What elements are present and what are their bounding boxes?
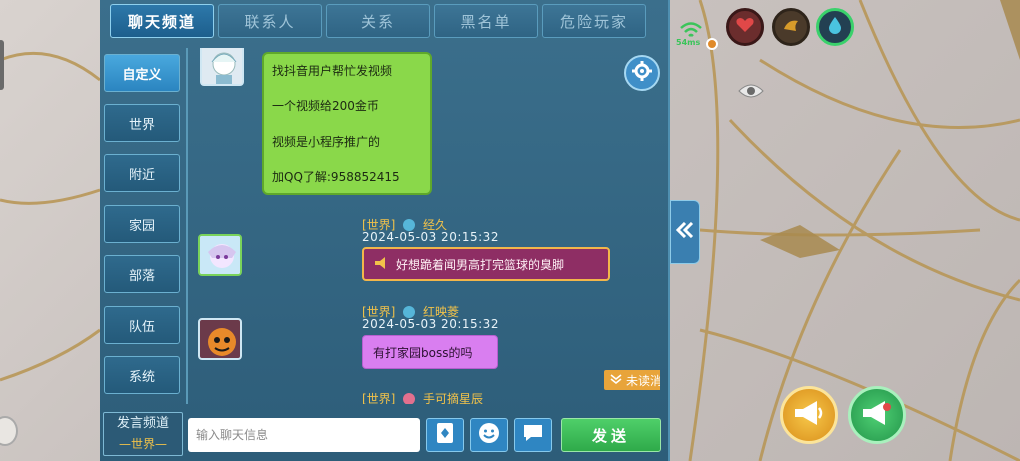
sidebar-item-team[interactable]: 队伍 bbox=[104, 306, 180, 344]
voice-broadcast-button[interactable] bbox=[848, 386, 906, 444]
gear-icon bbox=[632, 61, 652, 85]
health-status[interactable] bbox=[726, 8, 764, 46]
chat-message-list[interactable]: 找抖音用户帮忙发视频 一个视频给200金币 视频是小程序推广的 加QQ了解:95… bbox=[190, 48, 660, 404]
speak-channel-label: 发言频道 bbox=[116, 416, 169, 431]
ping-label: 54ms bbox=[676, 38, 701, 47]
sidebar-item-system[interactable]: 系统 bbox=[104, 356, 180, 394]
megaphone-icon bbox=[793, 399, 825, 431]
tab-relations[interactable]: 关系 bbox=[326, 4, 430, 38]
emoji-button[interactable] bbox=[470, 418, 508, 452]
chat-input[interactable] bbox=[188, 418, 420, 452]
tab-dangerous-players[interactable]: 危险玩家 bbox=[542, 4, 646, 38]
card-button[interactable] bbox=[426, 418, 464, 452]
chat-bubble: 有打家园boss的吗 bbox=[362, 335, 498, 369]
ad-line: 加QQ了解:958852415 bbox=[272, 169, 400, 184]
stamina-status[interactable] bbox=[772, 8, 810, 46]
sidebar-item-world[interactable]: 世界 bbox=[104, 104, 180, 142]
ad-line: 一个视频给200金币 bbox=[272, 99, 379, 114]
card-icon bbox=[436, 422, 454, 448]
tab-contacts[interactable]: 联系人 bbox=[218, 4, 322, 38]
message-text: 有打家园boss的吗 bbox=[373, 345, 473, 360]
sidebar-item-custom[interactable]: 自定义 bbox=[104, 54, 180, 92]
chat-bubble: 好想跪着闻男高打完篮球的臭脚 bbox=[362, 247, 610, 281]
message-timestamp: 2024-05-03 20:15:32 bbox=[362, 317, 499, 331]
side-handle[interactable] bbox=[0, 40, 4, 90]
eye-icon[interactable] bbox=[738, 82, 764, 104]
heart-icon bbox=[736, 17, 754, 37]
sidebar-divider bbox=[186, 48, 188, 404]
water-status[interactable] bbox=[816, 8, 854, 46]
sidebar-item-tribe[interactable]: 部落 bbox=[104, 255, 180, 293]
megaphone-icon bbox=[374, 256, 388, 273]
double-chevron-down-icon bbox=[610, 373, 622, 388]
lock-indicator-icon bbox=[706, 38, 718, 50]
chat-tabs: 聊天频道 联系人 关系 黑名单 危险玩家 bbox=[110, 4, 646, 38]
sidebar-item-home[interactable]: 家园 bbox=[104, 205, 180, 243]
channel-tag: [世界] bbox=[362, 392, 396, 404]
message-timestamp: 2024-05-03 20:15:32 bbox=[362, 230, 499, 244]
megaphone-icon bbox=[861, 399, 893, 431]
unread-messages-button[interactable]: 未读消息19条 bbox=[604, 370, 660, 390]
ad-line: 视频是小程序推广的 bbox=[272, 134, 381, 149]
avatar[interactable] bbox=[198, 234, 242, 276]
smiley-icon bbox=[478, 422, 500, 448]
ad-line: 找抖音用户帮忙发视频 bbox=[272, 64, 393, 78]
message-header: [世界] 手可摘星辰 bbox=[362, 390, 483, 404]
send-button[interactable]: 发送 bbox=[561, 418, 661, 452]
unread-label: 未读消息19条 bbox=[626, 373, 660, 388]
speech-bubble-icon bbox=[522, 423, 544, 447]
collapse-chat-button[interactable] bbox=[670, 200, 700, 264]
avatar[interactable] bbox=[198, 318, 242, 360]
food-icon bbox=[782, 17, 800, 37]
ad-message-bubble: 找抖音用户帮忙发视频 一个视频给200金币 视频是小程序推广的 加QQ了解:95… bbox=[262, 52, 432, 195]
double-chevron-left-icon bbox=[675, 221, 694, 242]
tab-blacklist[interactable]: 黑名单 bbox=[434, 4, 538, 38]
speak-channel-value: —世界— bbox=[118, 437, 167, 451]
world-broadcast-button[interactable] bbox=[780, 386, 838, 444]
voice-message-button[interactable] bbox=[514, 418, 552, 452]
chat-settings-button[interactable] bbox=[624, 55, 660, 91]
sidebar-item-nearby[interactable]: 附近 bbox=[104, 154, 180, 192]
speak-channel-selector[interactable]: 发言频道 —世界— bbox=[103, 412, 183, 456]
chat-input-bar: 发言频道 —世界— 发送 bbox=[100, 410, 670, 461]
gender-female-icon bbox=[403, 393, 416, 404]
sender-name[interactable]: 手可摘星辰 bbox=[423, 392, 483, 404]
tab-chat-channel[interactable]: 聊天频道 bbox=[110, 4, 214, 38]
message-text: 好想跪着闻男高打完篮球的臭脚 bbox=[396, 257, 565, 272]
avatar[interactable] bbox=[200, 48, 244, 86]
chat-panel: 聊天频道 联系人 关系 黑名单 危险玩家 自定义 世界 附近 家园 部落 队伍 … bbox=[100, 0, 670, 461]
water-drop-icon bbox=[828, 16, 842, 38]
